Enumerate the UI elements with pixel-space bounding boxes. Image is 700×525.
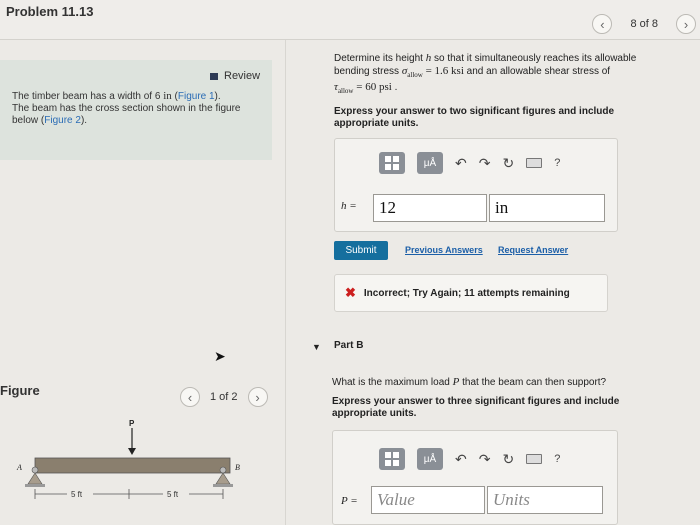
p-units-input[interactable]: Units: [487, 486, 603, 514]
figure-2-link[interactable]: Figure 2: [44, 115, 81, 126]
figure-label: Figure: [0, 383, 40, 398]
unit: in: [163, 90, 172, 102]
units-icon: μÅ: [423, 453, 437, 465]
support-b: [215, 472, 231, 485]
pin-a: [31, 466, 39, 474]
prev-figure-button[interactable]: ‹: [180, 387, 200, 407]
part-b-answer-panel: μÅ ↶ ↷ ↻ ? P = Value Units: [332, 430, 618, 525]
figure-nav: ‹ 1 of 2 ›: [180, 387, 268, 407]
support-a: [27, 472, 43, 485]
redo-icon[interactable]: ↷: [479, 451, 491, 468]
figure-count: 1 of 2: [210, 391, 238, 403]
template-icon: [385, 452, 399, 466]
part-a-answer-panel: μÅ ↶ ↷ ↻ ? h = 12 in: [334, 138, 618, 232]
review-icon: [210, 72, 218, 80]
load-arrowhead: [128, 448, 136, 455]
h-value-input[interactable]: 12: [373, 194, 487, 222]
incorrect-x-icon: ✖: [345, 285, 356, 300]
units-button[interactable]: μÅ: [417, 152, 443, 174]
submit-button[interactable]: Submit: [334, 241, 388, 260]
top-bar: Problem 11.13 ‹ 8 of 8 ›: [0, 0, 700, 40]
text: ).: [214, 91, 221, 102]
units-icon: μÅ: [423, 157, 437, 169]
sigma-value: = 1.6 ksi: [422, 65, 464, 77]
text: The timber beam has a width of 6: [12, 91, 164, 102]
p-value-input[interactable]: Value: [371, 486, 485, 514]
dim-label-2: 5 ft: [167, 490, 179, 499]
h-units-input[interactable]: in: [489, 194, 605, 222]
caret-down-icon[interactable]: ▼: [312, 342, 321, 352]
part-b-instructions: Express your answer to three significant…: [332, 396, 620, 419]
prev-problem-button[interactable]: ‹: [592, 14, 613, 34]
part-b-header[interactable]: Part B: [334, 340, 363, 351]
review-link[interactable]: Review: [210, 70, 260, 82]
previous-answers-link[interactable]: Previous Answers: [405, 245, 483, 255]
problem-intro-box: Review The timber beam has a width of 6 …: [0, 60, 272, 160]
math-toolbar: μÅ ↶ ↷ ↻ ?: [379, 149, 560, 177]
pin-b: [219, 466, 227, 474]
ground-a: [25, 484, 45, 487]
next-figure-button[interactable]: ›: [247, 387, 268, 407]
template-button[interactable]: [379, 448, 405, 470]
mouse-cursor-icon: ➤: [214, 348, 226, 364]
text: bending stress: [334, 66, 402, 77]
text: Determine its height: [334, 53, 426, 64]
text: What is the maximum load: [332, 377, 453, 388]
left-column: Review The timber beam has a width of 6 …: [0, 40, 286, 525]
feedback-box: ✖ Incorrect; Try Again; 11 attempts rema…: [334, 274, 608, 312]
template-button[interactable]: [379, 152, 405, 174]
p-label: P =: [341, 495, 358, 507]
chevron-right-icon: ›: [683, 16, 689, 32]
feedback-text: Incorrect; Try Again; 11 attempts remain…: [363, 287, 570, 299]
dim-label-1: 5 ft: [71, 490, 83, 499]
label-b: B: [235, 463, 240, 472]
tau-value: = 60 psi: [353, 81, 392, 93]
problem-nav: ‹ 8 of 8 ›: [592, 14, 696, 34]
chevron-left-icon: ‹: [600, 16, 605, 32]
reset-icon[interactable]: ↻: [502, 155, 514, 172]
text: ).: [80, 115, 88, 126]
part-b-question: What is the maximum load P that the beam…: [332, 376, 652, 388]
undo-icon[interactable]: ↶: [455, 451, 467, 468]
problem-count: 8 of 8: [630, 18, 658, 30]
part-a-question: Determine its height h so that it simult…: [334, 52, 674, 97]
right-column: Determine its height h so that it simult…: [300, 40, 700, 525]
text: .: [391, 82, 398, 93]
ground-b: [213, 484, 233, 487]
keyboard-icon[interactable]: [526, 454, 543, 464]
text: that the beam can then support?: [459, 377, 607, 388]
math-toolbar: μÅ ↶ ↷ ↻ ?: [379, 445, 560, 473]
part-a-instructions: Express your answer to two significant f…: [334, 106, 615, 129]
problem-title: Problem 11.13: [6, 4, 94, 19]
template-icon: [385, 156, 399, 170]
redo-icon[interactable]: ↷: [479, 155, 491, 172]
tau-sub: allow: [337, 87, 354, 95]
keyboard-icon[interactable]: [526, 158, 543, 168]
text: so that it simultaneously reaches its al…: [431, 53, 637, 64]
problem-statement: The timber beam has a width of 6 in (Fig…: [12, 90, 268, 127]
reset-icon[interactable]: ↻: [502, 451, 514, 468]
label-a: A: [16, 463, 22, 472]
h-label: h =: [341, 200, 357, 212]
review-label: Review: [224, 70, 261, 82]
next-problem-button[interactable]: ›: [676, 14, 696, 34]
figure-1-link[interactable]: Figure 1: [178, 91, 215, 102]
load-label: P: [129, 420, 135, 428]
units-button[interactable]: μÅ: [417, 448, 443, 470]
help-icon[interactable]: ?: [554, 453, 560, 465]
beam: [34, 457, 231, 474]
undo-icon[interactable]: ↶: [455, 155, 467, 172]
sigma-sub: allow: [407, 71, 423, 79]
chevron-left-icon: ‹: [187, 389, 193, 405]
text: and an allowable shear stress of: [463, 66, 611, 77]
chevron-right-icon: ›: [255, 389, 260, 405]
request-answer-link[interactable]: Request Answer: [498, 245, 568, 255]
beam-diagram: P A B 5 ft 5 ft: [16, 420, 240, 499]
help-icon[interactable]: ?: [554, 157, 560, 169]
